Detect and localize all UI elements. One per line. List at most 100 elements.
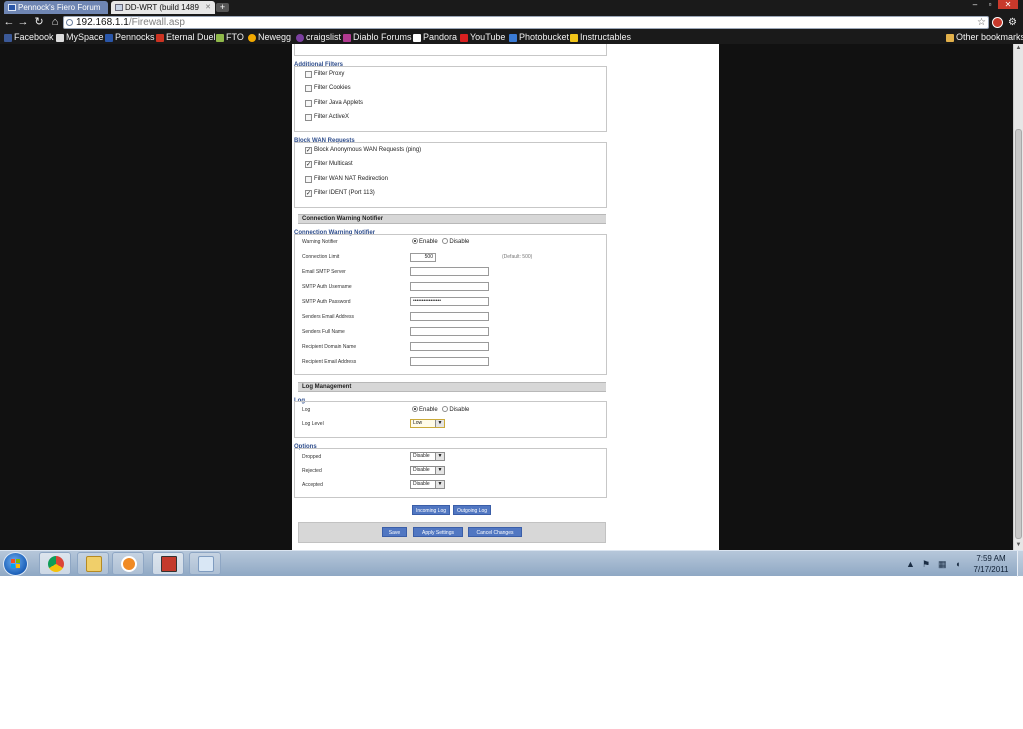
email-smtp-server-input[interactable]: [410, 267, 489, 276]
bookmark-label: Facebook: [14, 32, 54, 42]
fto-icon: [216, 34, 224, 42]
block-anon-wan-checkbox[interactable]: ✓: [305, 147, 312, 154]
adblock-icon[interactable]: [992, 17, 1003, 28]
show-hidden-icons[interactable]: ▲: [906, 559, 915, 569]
bookmark-label: Photobucket: [519, 32, 570, 42]
show-desktop-button[interactable]: [1017, 551, 1023, 577]
bookmark-instructables[interactable]: Instructables: [570, 31, 631, 44]
radio-label: Enable: [419, 239, 438, 245]
page-scrollbar[interactable]: ▲ ▼: [1013, 44, 1023, 550]
apply-settings-button[interactable]: Apply Settings: [413, 527, 463, 537]
chrome-taskbar-button[interactable]: [39, 552, 71, 575]
filter-multicast-checkbox[interactable]: ✓: [305, 161, 312, 168]
bookmark-youtube[interactable]: YouTube: [460, 31, 505, 44]
calculator-taskbar-button[interactable]: [152, 552, 184, 575]
address-bar[interactable]: 192.168.1.1/Firewall.asp ☆: [63, 16, 989, 29]
paint-taskbar-button[interactable]: [189, 552, 221, 575]
minimize-button[interactable]: –: [968, 0, 982, 9]
calculator-icon: [161, 556, 177, 572]
filter-activex-checkbox[interactable]: [305, 114, 312, 121]
filter-ident-checkbox[interactable]: ✓: [305, 190, 312, 197]
home-icon[interactable]: ⌂: [49, 16, 61, 28]
cancel-changes-button[interactable]: Cancel Changes: [468, 527, 522, 537]
bookmark-diablo-forums[interactable]: Diablo Forums: [343, 31, 412, 44]
smtp-auth-password-input[interactable]: ••••••••••••••••: [410, 297, 489, 306]
senders-full-name-input[interactable]: [410, 327, 489, 336]
checkbox-label: Filter Java Applets: [314, 100, 364, 106]
tab-fiero-forum[interactable]: Pennock's Fiero Forum: [4, 1, 108, 14]
recipient-domain-input[interactable]: [410, 342, 489, 351]
bookmark-craigslist[interactable]: craigslist: [296, 31, 341, 44]
senders-email-input[interactable]: [410, 312, 489, 321]
back-arrow-icon[interactable]: ←: [3, 16, 15, 28]
bookmark-label: Pandora: [423, 32, 458, 42]
filter-cookies-checkbox[interactable]: [305, 85, 312, 92]
new-tab-button[interactable]: +: [216, 3, 229, 12]
chrome-icon: [48, 556, 64, 572]
select-value: Disable: [413, 467, 430, 473]
myspace-icon: [56, 34, 64, 42]
rejected-label: Rejected: [302, 468, 322, 474]
bookmark-myspace[interactable]: MySpace: [56, 31, 104, 44]
dropdown-arrow-icon: ▼: [435, 453, 444, 460]
filter-java-checkbox[interactable]: [305, 100, 312, 107]
network-icon[interactable]: ▦: [938, 559, 947, 570]
incoming-log-button[interactable]: Incoming Log: [412, 505, 450, 515]
warning-notifier-radio-group: Enable Disable: [412, 238, 469, 247]
save-button[interactable]: Save: [382, 527, 407, 537]
smtp-auth-username-label: SMTP Auth Username: [302, 284, 352, 290]
recipient-email-input[interactable]: [410, 357, 489, 366]
log-enable-radio[interactable]: [412, 406, 418, 413]
bookmark-fto[interactable]: FTO: [216, 31, 244, 44]
rejected-select[interactable]: Disable ▼: [410, 466, 445, 475]
close-window-button[interactable]: ✕: [998, 0, 1018, 9]
dropped-select[interactable]: Disable ▼: [410, 452, 445, 461]
filter-proxy-checkbox[interactable]: [305, 71, 312, 78]
connection-limit-input[interactable]: 500: [410, 253, 436, 262]
craigslist-icon: [296, 34, 304, 42]
bookmark-newegg[interactable]: Newegg: [248, 31, 291, 44]
action-center-flag-icon[interactable]: ⚑: [922, 559, 930, 570]
explorer-taskbar-button[interactable]: [77, 552, 109, 575]
connection-warning-section-header: Connection Warning Notifier: [298, 214, 606, 224]
browser-toolbar: ← → ↻ ⌂ 192.168.1.1/Firewall.asp ☆ ⚙: [0, 14, 1023, 31]
maximize-button[interactable]: ▫: [983, 0, 997, 9]
taskbar-clock[interactable]: 7:59 AM 7/17/2011: [965, 553, 1017, 575]
pandora-icon: [413, 34, 421, 42]
other-bookmarks[interactable]: Other bookmarks: [946, 31, 1023, 44]
tab-ddwrt[interactable]: DD-WRT (build 1489 ✕: [111, 1, 215, 14]
start-button[interactable]: [3, 552, 28, 576]
bookmark-pennocks[interactable]: Pennocks: [105, 31, 155, 44]
log-level-select[interactable]: Low ▼: [410, 419, 445, 428]
scroll-down-arrow-icon[interactable]: ▼: [1014, 541, 1023, 550]
bookmark-eternal-duel[interactable]: Eternal Duel: [156, 31, 216, 44]
bookmark-star-icon[interactable]: ☆: [977, 17, 986, 28]
volume-icon[interactable]: ◖: [955, 559, 960, 569]
media-player-taskbar-button[interactable]: [112, 552, 144, 575]
bookmark-pandora[interactable]: Pandora: [413, 31, 457, 44]
tab-title: Pennock's Fiero Forum: [18, 3, 101, 12]
accepted-select[interactable]: Disable ▼: [410, 480, 445, 489]
scroll-up-arrow-icon[interactable]: ▲: [1014, 44, 1023, 53]
filter-nat-redirection-checkbox[interactable]: [305, 176, 312, 183]
checkbox-label: Filter ActiveX: [314, 114, 350, 120]
outgoing-log-button[interactable]: Outgoing Log: [453, 505, 491, 515]
bookmark-facebook[interactable]: Facebook: [4, 31, 54, 44]
forward-arrow-icon[interactable]: →: [17, 16, 29, 28]
log-disable-radio[interactable]: [442, 406, 449, 413]
facebook-icon: [4, 34, 12, 42]
checkbox-label: Filter Proxy: [314, 71, 345, 77]
bookmark-photobucket[interactable]: Photobucket: [509, 31, 569, 44]
warning-notifier-enable-radio[interactable]: [412, 238, 418, 245]
warning-notifier-disable-radio[interactable]: [442, 238, 449, 245]
tab-close-icon[interactable]: ✕: [205, 1, 211, 14]
log-radio-group: Enable Disable: [412, 406, 469, 415]
wrench-menu-icon[interactable]: ⚙: [1007, 17, 1018, 28]
scrollbar-thumb[interactable]: [1015, 129, 1022, 539]
radio-label: Disable: [449, 407, 470, 413]
paint-icon: [198, 556, 214, 572]
reload-icon[interactable]: ↻: [33, 16, 45, 28]
select-value: Disable: [413, 453, 430, 459]
smtp-auth-username-input[interactable]: [410, 282, 489, 291]
url-path: /Firewall.asp: [128, 17, 185, 28]
